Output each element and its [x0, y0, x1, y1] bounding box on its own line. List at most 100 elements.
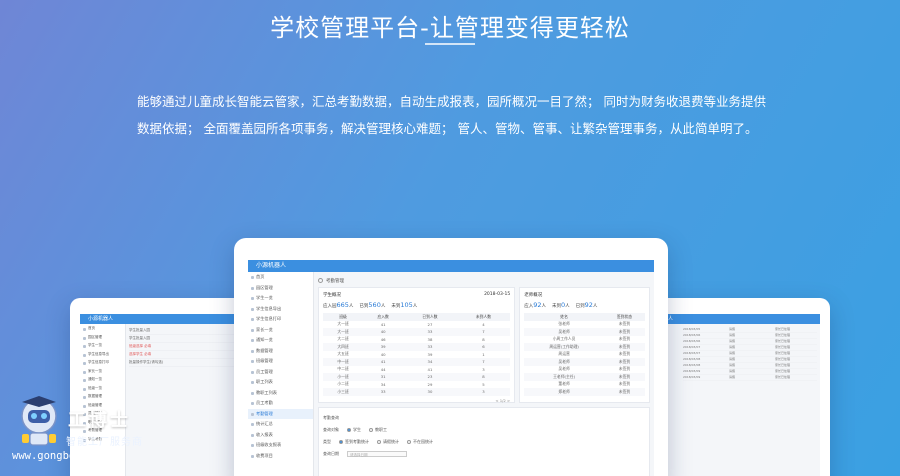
- stat-item: 应入92人: [524, 301, 546, 309]
- radio-icon[interactable]: [339, 440, 343, 444]
- table-cell: 23: [403, 373, 457, 381]
- record-cell: 请假: [729, 333, 736, 337]
- radio-option[interactable]: 学生: [347, 427, 361, 433]
- sidebar-item[interactable]: 通知一览: [80, 375, 125, 384]
- sidebar-item[interactable]: 学生一览: [80, 341, 125, 350]
- page-title: 学校管理平台-让管理变得更轻松: [270, 14, 630, 42]
- sidebar-item[interactable]: 园区管理: [80, 333, 125, 342]
- record-row[interactable]: 2018/03/09 请假 家长已处理: [683, 375, 817, 381]
- table-row[interactable]: 大一班 41 27 4: [323, 321, 510, 329]
- sidebar-item[interactable]: 学生信息导出: [248, 304, 313, 315]
- table-row[interactable]: 小二班 34 29 5: [323, 381, 510, 389]
- table-cell: 39: [427, 351, 433, 357]
- record-cell: 家长已处理: [775, 363, 791, 367]
- table-row[interactable]: 中二班 44 41 3: [323, 366, 510, 374]
- table-cell: 吴老师: [524, 358, 604, 366]
- radio-icon[interactable]: [407, 440, 411, 444]
- stat-label: 应入: [524, 304, 534, 309]
- radio-icon[interactable]: [369, 428, 373, 432]
- table-row[interactable]: 大一班 40 33 7: [323, 328, 511, 336]
- row2-label: 类型: [323, 439, 331, 444]
- radio-option[interactable]: 不在园统计: [407, 439, 433, 445]
- sidebar-item[interactable]: 统计汇总: [248, 419, 313, 430]
- radio-option[interactable]: 签到考勤统计: [339, 439, 369, 445]
- sidebar-item[interactable]: 收费项目: [248, 451, 313, 462]
- table-cell: 未签到: [603, 343, 645, 351]
- table-cell: 31: [363, 373, 404, 381]
- sidebar-item[interactable]: 员工管理: [248, 367, 313, 378]
- table-row[interactable]: 董老师 未签到: [524, 381, 645, 389]
- record-cell: 家长已处理: [775, 357, 791, 361]
- table-cell: 5: [482, 381, 485, 387]
- teacher-stats: 应入92人 未到0人 已到92人: [524, 301, 645, 309]
- table-cell: 8: [456, 373, 511, 381]
- sidebar-item[interactable]: 通知一览: [248, 335, 313, 346]
- record-cell: 请假: [729, 339, 736, 343]
- sidebar-item[interactable]: 职工列表: [248, 377, 313, 388]
- table-row[interactable]: 周运营(工作助理) 未签到: [524, 343, 645, 351]
- sidebar-item[interactable]: 首页: [80, 324, 125, 333]
- table-cell: 吴老师: [558, 366, 570, 372]
- table-row[interactable]: 郑老师 未签到: [524, 388, 645, 396]
- sidebar-item[interactable]: 收入报表: [248, 430, 313, 441]
- table-row[interactable]: 吴老师 未签到: [524, 358, 645, 366]
- student-stats: 应入园665人 已到560人 未到105人: [323, 301, 510, 309]
- radio-icon[interactable]: [347, 428, 351, 432]
- table-row[interactable]: 小周工作人员 未签到: [524, 336, 645, 344]
- table-row[interactable]: 张老师 未签到: [524, 321, 645, 329]
- stat-label: 已到: [575, 304, 585, 309]
- table-row[interactable]: 小三班 33 30 3: [323, 388, 511, 396]
- table-row[interactable]: 吴老师 未签到: [524, 366, 645, 374]
- table-cell: 中一班: [323, 358, 364, 366]
- table-header-cell: 签到状态: [603, 313, 645, 321]
- table-row[interactable]: 大五班 40 39 1: [323, 351, 510, 359]
- radio-option[interactable]: 请假统计: [377, 439, 399, 445]
- breadcrumb-label: 考勤管理: [326, 278, 344, 284]
- sidebar-item[interactable]: 家长一览: [248, 325, 313, 336]
- table-cell: 30: [403, 388, 457, 396]
- row1-label: 查询对象: [323, 427, 339, 432]
- table-row[interactable]: 周运营 未签到: [524, 351, 645, 359]
- table-cell: 大二班: [337, 336, 349, 342]
- sidebar-item[interactable]: 园区管理: [248, 283, 313, 294]
- date-input[interactable]: 请选择日期: [347, 451, 407, 457]
- radio-icon[interactable]: [377, 440, 381, 444]
- table-row[interactable]: 大二班 46 38 8: [323, 336, 510, 344]
- table-row[interactable]: 王老师(主任) 未签到: [524, 373, 645, 381]
- record-cell: 请假: [729, 345, 736, 349]
- table-cell: 未签到: [603, 373, 645, 381]
- sidebar-item[interactable]: 班级管理: [248, 356, 313, 367]
- sidebar-item[interactable]: 学生信息打印: [80, 358, 125, 367]
- record-cell: 2018/03/09: [683, 375, 701, 379]
- sidebar-item[interactable]: 班级收支报表: [248, 440, 313, 451]
- stat-item: 未到105人: [391, 301, 417, 309]
- table-header-cell: 已到人数: [403, 313, 457, 321]
- sidebar-item[interactable]: 学生信息导出: [80, 350, 125, 359]
- back-icon[interactable]: [318, 278, 323, 283]
- table-row[interactable]: 中一班 41 34 7: [323, 358, 511, 366]
- table-cell: 6: [456, 343, 511, 351]
- table-row[interactable]: 大四班 39 33 6: [323, 343, 511, 351]
- panel-a-date[interactable]: 2018-03-15: [484, 292, 510, 298]
- radio-option[interactable]: 教职工: [369, 427, 387, 433]
- stat-unit: 人: [592, 304, 598, 309]
- sidebar-item[interactable]: 数据管理: [248, 346, 313, 357]
- record-cell: 请假: [729, 357, 736, 361]
- pagination[interactable]: < 1/2 >: [323, 398, 510, 403]
- table-row[interactable]: 吴老师 未签到: [524, 328, 645, 336]
- sidebar-item[interactable]: 学生信息打印: [248, 314, 313, 325]
- table-cell: 7: [456, 328, 511, 336]
- table-cell: 周运营: [558, 351, 570, 357]
- sidebar-item[interactable]: 家长一览: [80, 367, 125, 376]
- query-type-row: 类型 签到考勤统计 请假统计 不在园统计: [323, 436, 645, 448]
- teacher-overview-panel: 老师概况 应入92人 未到0人 已到92人 姓名 签到状态 张老师 未签到 吴老师 未签到小…: [519, 287, 650, 403]
- sidebar-item[interactable]: 员工考勤: [248, 398, 313, 409]
- sidebar-item[interactable]: 考勤管理: [248, 408, 313, 419]
- sidebar-item[interactable]: 学生一览: [248, 293, 313, 304]
- sidebar-item[interactable]: 教职工列表: [248, 388, 313, 399]
- record-cell: 2018/03/07: [683, 345, 701, 349]
- record-cell: 家长已处理: [775, 351, 791, 355]
- table-header-cell: 应入数: [363, 313, 404, 321]
- sidebar-item[interactable]: 首页: [248, 272, 313, 283]
- table-row[interactable]: 小一班 31 23 8: [323, 373, 511, 381]
